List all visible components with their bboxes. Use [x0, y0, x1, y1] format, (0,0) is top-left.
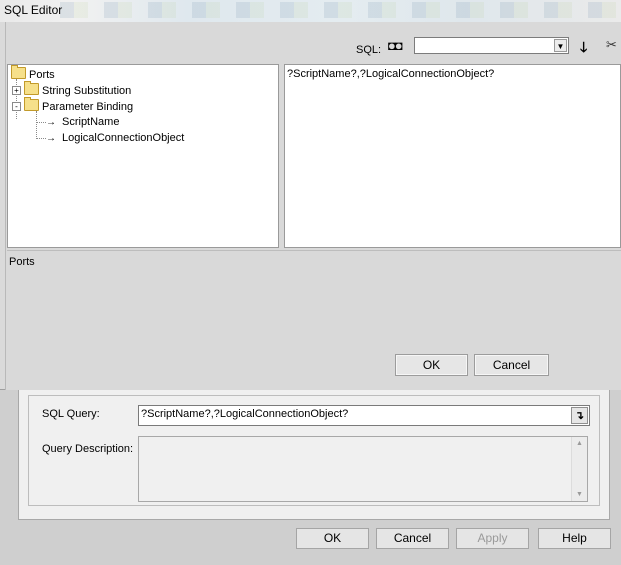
query-description-label: Query Description:: [42, 443, 134, 455]
sql-text-content: ?ScriptName?,?LogicalConnectionObject?: [287, 68, 495, 80]
status-text: Ports: [9, 256, 35, 268]
tree-item-label: String Substitution: [42, 85, 132, 97]
scroll-up-icon[interactable]: ▲: [576, 440, 583, 447]
cut-icon[interactable]: ✂: [606, 37, 617, 53]
parent-apply-button[interactable]: Apply: [456, 528, 529, 549]
tree-item-string-substitution[interactable]: + String Substitution: [12, 81, 132, 98]
sql-toolbar-combo[interactable]: ▼: [414, 37, 569, 54]
sql-text-editor[interactable]: ?ScriptName?,?LogicalConnectionObject?: [284, 64, 621, 248]
ok-button[interactable]: OK: [395, 354, 468, 376]
title-bar[interactable]: SQL Editor: [0, 0, 621, 22]
port-arrow-icon: →: [46, 133, 56, 144]
title-bar-background: [60, 2, 620, 18]
ports-tree[interactable]: Ports + String Substitution - Parameter Bi…: [7, 64, 279, 248]
port-arrow-icon: →: [46, 117, 56, 128]
parent-cancel-button[interactable]: Cancel: [376, 528, 449, 549]
expand-icon[interactable]: +: [12, 86, 21, 95]
tree-item-ports[interactable]: Ports: [11, 65, 55, 82]
collapse-icon[interactable]: -: [12, 102, 21, 111]
query-description-field[interactable]: ▲ ▼: [138, 436, 588, 502]
parent-help-button[interactable]: Help: [538, 528, 611, 549]
folder-icon: [24, 97, 39, 111]
insert-arrow-icon[interactable]: 🡓: [580, 37, 587, 61]
sql-query-value: ?ScriptName?,?LogicalConnectionObject?: [141, 408, 349, 420]
sql-query-combo[interactable]: ?ScriptName?,?LogicalConnectionObject? ↴: [138, 405, 590, 426]
sql-toolbar-label: SQL:: [356, 44, 382, 56]
folder-icon: [11, 65, 26, 79]
tree-item-label: ScriptName: [62, 116, 120, 128]
scroll-down-icon[interactable]: ▼: [576, 491, 583, 498]
parent-ok-button[interactable]: OK: [296, 528, 369, 549]
tree-item-parameter-binding[interactable]: - Parameter Binding: [12, 97, 134, 114]
sql-query-dropdown-button[interactable]: ↴: [571, 407, 588, 424]
tree-item-label: Ports: [29, 69, 55, 81]
binoculars-icon[interactable]: ◘◘: [388, 38, 403, 53]
sql-query-label: SQL Query:: [42, 408, 100, 420]
tree-item-label: LogicalConnectionObject: [62, 132, 185, 144]
tree-item-scriptname[interactable]: → ScriptName: [46, 115, 119, 130]
chevron-down-icon[interactable]: ▼: [554, 39, 567, 52]
query-description-scrollbar[interactable]: ▲ ▼: [571, 437, 587, 501]
folder-icon: [24, 81, 39, 95]
window-title: SQL Editor: [4, 3, 63, 17]
cancel-button[interactable]: Cancel: [474, 354, 549, 376]
tree-item-label: Parameter Binding: [42, 101, 134, 113]
tree-item-logicalconnectionobject[interactable]: → LogicalConnectionObject: [46, 131, 184, 146]
